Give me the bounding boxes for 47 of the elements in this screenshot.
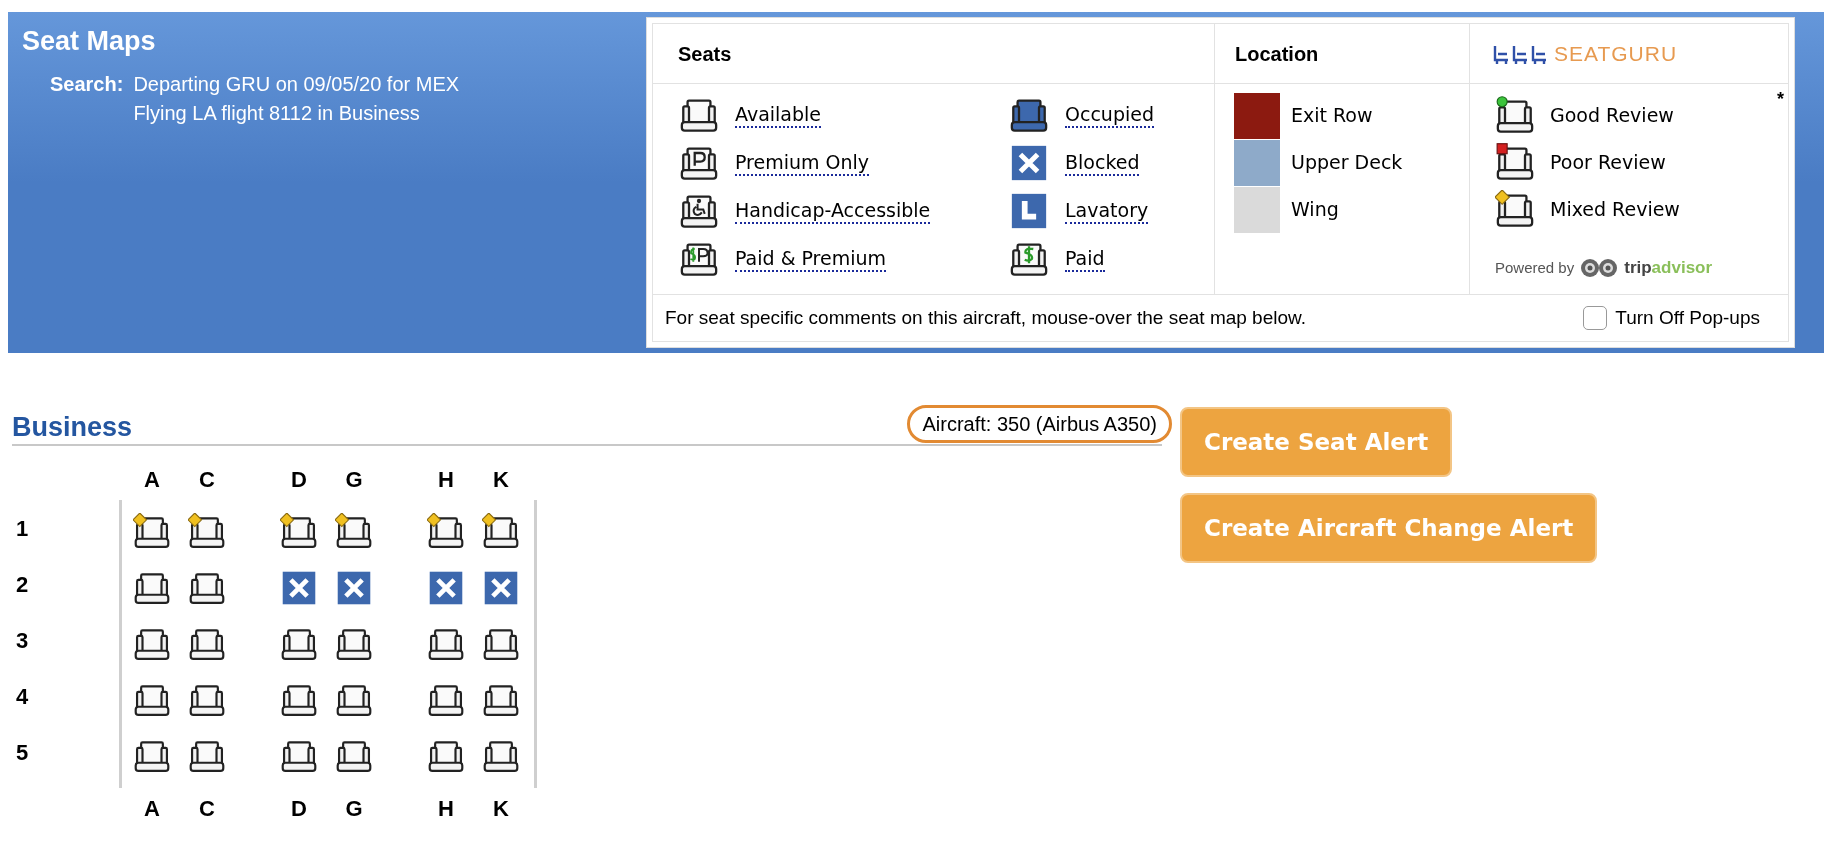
- column-letter: D: [290, 794, 308, 823]
- row-number: 2: [16, 570, 29, 599]
- location-label: Wing: [1291, 197, 1339, 223]
- legend-link[interactable]: Blocked: [1065, 150, 1140, 176]
- aircraft-badge: Aircraft: 350 (Airbus A350): [907, 405, 1172, 443]
- column-letter: C: [198, 465, 216, 494]
- column-letter: G: [344, 465, 364, 494]
- location-label: Exit Row: [1291, 103, 1373, 129]
- column-letter: H: [437, 794, 455, 823]
- row-number: 3: [16, 626, 29, 655]
- popups-checkbox[interactable]: [1583, 306, 1608, 330]
- cabin-title: Business: [12, 411, 133, 444]
- search-summary: Departing GRU on 09/05/20 for MEX: [133, 72, 460, 97]
- legend-link[interactable]: Handicap-Accessible: [735, 198, 931, 224]
- hint-text: For seat specific comments on this aircraft, mouse-over the seat map below.: [665, 305, 1306, 330]
- legend-link[interactable]: Occupied: [1065, 102, 1154, 128]
- tripadvisor-logo-text: tripadvisor: [1624, 257, 1713, 279]
- search-label: Search:: [50, 72, 124, 97]
- location-label: Upper Deck: [1291, 150, 1403, 176]
- column-letter: G: [344, 794, 364, 823]
- location-heading: Location: [1235, 41, 1319, 67]
- footnote-mark: *: [1777, 88, 1784, 111]
- column-letter: K: [492, 465, 510, 494]
- powered-by-text: Powered by: [1495, 257, 1575, 278]
- logo-text: SEATGURU: [1554, 40, 1678, 67]
- popups-label: Turn Off Pop-ups: [1615, 305, 1760, 330]
- column-letter: H: [437, 465, 455, 494]
- column-letter: A: [143, 794, 161, 823]
- column-letter: C: [198, 794, 216, 823]
- column-letter: A: [143, 465, 161, 494]
- review-label: Poor Review: [1550, 150, 1666, 176]
- review-label: Good Review: [1550, 103, 1674, 129]
- row-number: 5: [16, 738, 29, 767]
- legend-link[interactable]: Paid: [1065, 246, 1105, 272]
- legend-link[interactable]: Lavatory: [1065, 198, 1149, 224]
- legend-link[interactable]: Paid & Premium: [735, 246, 887, 272]
- owl-eyes-icon: [1580, 257, 1619, 278]
- seats-heading: Seats: [678, 41, 732, 67]
- legend-link[interactable]: Premium Only: [735, 150, 870, 176]
- search-summary: Flying LA flight 8112 in Business: [133, 101, 421, 126]
- legend-link[interactable]: Available: [735, 102, 821, 128]
- column-letter: K: [492, 794, 510, 823]
- review-label: Mixed Review: [1550, 197, 1680, 223]
- row-number: 1: [16, 514, 29, 543]
- page-title: Seat Maps: [22, 25, 157, 58]
- row-number: 4: [16, 682, 29, 711]
- column-letter: D: [290, 465, 308, 494]
